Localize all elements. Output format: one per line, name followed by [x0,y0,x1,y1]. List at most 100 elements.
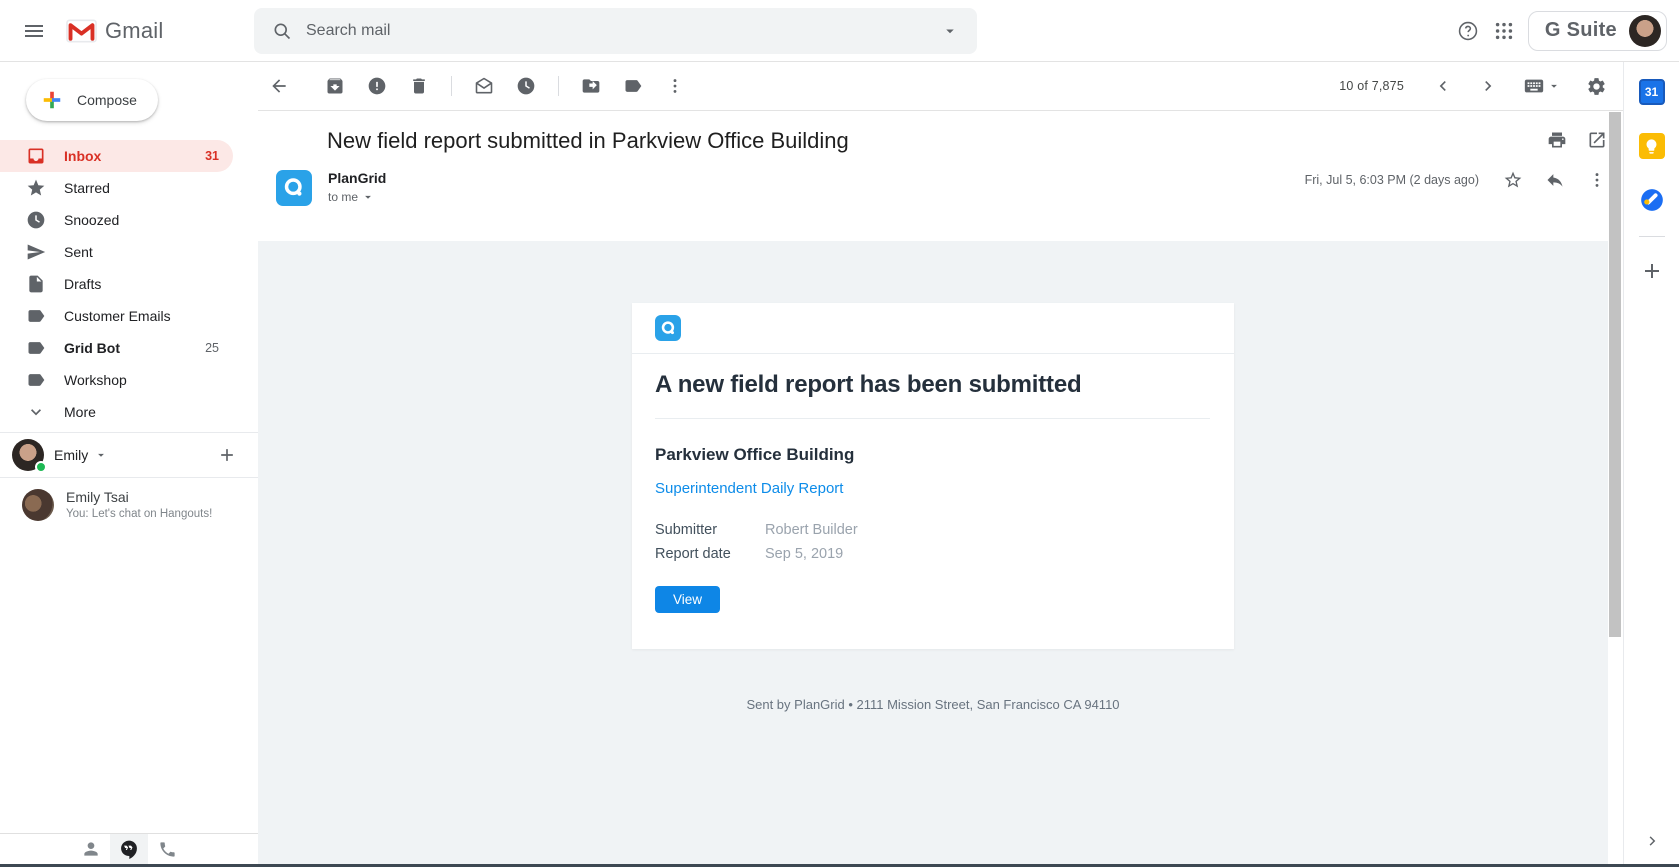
report-fields: Submitter Robert Builder Report date Sep… [655,518,1210,566]
plangrid-logo-icon [655,315,681,341]
right-side-panel: 31 [1623,62,1679,867]
topbar-actions: G Suite [1456,10,1679,51]
labels-icon[interactable] [623,76,643,96]
sender-name: PlanGrid [328,170,387,186]
report-spam-icon[interactable] [367,76,387,96]
profile-avatar[interactable] [12,439,47,473]
report-link[interactable]: Superintendent Daily Report [655,480,1210,497]
project-name: Parkview Office Building [655,445,855,464]
file-icon [26,274,46,294]
sidebar-item-grid-bot[interactable]: Grid Bot 25 [0,332,233,364]
sidebar-item-more[interactable]: More [0,396,233,428]
profile-caret-icon[interactable] [94,448,108,462]
sidebar-item-label: Drafts [64,276,102,292]
label-icon [26,306,46,326]
message-toolbar: 10 of 7,875 [258,62,1623,111]
unread-count-badge: 25 [205,341,219,355]
back-to-inbox-icon[interactable] [269,76,289,96]
email-footer-text: Sent by PlanGrid • 2111 Mission Street, … [746,697,1120,712]
folder-nav: Inbox 31 Starred Snoozed Sent Drafts Cus… [0,140,258,428]
calendar-icon[interactable]: 31 [1638,79,1665,105]
archive-icon[interactable] [325,76,345,96]
clock-icon [26,210,46,230]
field-row: Report date Sep 5, 2019 [655,542,1210,566]
compose-button[interactable]: Compose [26,79,158,121]
view-report-button[interactable]: View [655,586,721,613]
sidebar-item-customer-emails[interactable]: Customer Emails [0,300,233,332]
get-addons-icon[interactable] [1639,258,1665,284]
search-options-caret-icon[interactable] [941,22,959,40]
new-conversation-icon[interactable] [216,444,238,466]
sidebar-item-label: Inbox [64,148,102,164]
search-icon[interactable] [272,21,292,41]
newer-chevron-icon[interactable] [1433,76,1453,96]
hide-panel-chevron-icon[interactable] [1642,831,1662,851]
field-row: Submitter Robert Builder [655,518,1210,542]
snooze-icon[interactable] [516,76,536,96]
hangouts-conversation[interactable]: Emily Tsai You: Let's chat on Hangouts! [0,478,258,521]
delete-icon[interactable] [409,76,429,96]
main-menu-icon[interactable] [22,19,46,43]
sidebar-item-label: More [64,404,96,420]
help-icon[interactable] [1456,19,1480,43]
inbox-icon [26,146,46,166]
older-chevron-icon[interactable] [1478,76,1498,96]
settings-gear-icon[interactable] [1586,76,1607,97]
mark-unread-icon[interactable] [474,76,494,96]
print-icon[interactable] [1547,130,1567,150]
online-status-dot [35,461,47,473]
panel-divider [1638,236,1665,237]
sidebar-item-label: Grid Bot [64,340,120,356]
scrollbar-thumb[interactable] [1609,112,1621,637]
phone-tab[interactable] [148,834,186,864]
input-tools-button[interactable] [1523,75,1561,97]
hangouts-tab[interactable] [110,834,148,864]
hangouts-icon [119,839,139,859]
sidebar-item-workshop[interactable]: Workshop [0,364,233,396]
account-avatar[interactable] [1629,14,1661,47]
gmail-app-window: Gmail Search mail G Suite Compose Inbox … [0,0,1679,867]
sidebar-item-snoozed[interactable]: Snoozed [0,204,233,236]
sidebar-item-inbox[interactable]: Inbox 31 [0,140,233,172]
app-title: Gmail [105,17,164,43]
field-label: Report date [655,546,731,562]
top-bar: Gmail Search mail G Suite [0,0,1679,62]
search-input[interactable] [306,22,941,40]
profile-name[interactable]: Emily [54,447,88,463]
open-in-new-icon[interactable] [1587,130,1607,150]
sidebar-item-sent[interactable]: Sent [0,236,233,268]
caret-down-icon [1547,79,1561,93]
search-bar[interactable] [254,8,977,54]
sender-avatar[interactable] [276,170,312,206]
tasks-icon[interactable] [1639,187,1665,213]
hangouts-profile-row: Emily [0,432,258,478]
sidebar-item-label: Starred [64,180,110,196]
sidebar-item-label: Customer Emails [64,308,171,324]
keep-icon[interactable] [1638,133,1665,159]
person-icon [81,839,101,859]
sidebar-item-starred[interactable]: Starred [0,172,233,204]
star-outline-icon[interactable] [1503,170,1523,190]
sidebar-item-label: Sent [64,244,93,260]
contacts-tab[interactable] [72,834,110,864]
more-actions-icon[interactable] [665,76,685,96]
sidebar-footer-bar [0,833,258,864]
sidebar-item-label: Workshop [64,372,127,388]
card-divider [655,418,1210,419]
sidebar-item-drafts[interactable]: Drafts [0,268,233,300]
reply-icon[interactable] [1545,170,1565,190]
send-icon [26,242,46,262]
recipient-details-toggle[interactable]: to me [328,190,386,204]
star-icon [26,178,46,198]
unread-count-badge: 31 [205,149,219,163]
chevron-down-icon [26,402,46,422]
keyboard-icon [1523,75,1545,97]
message-preview: You: Let's chat on Hangouts! [66,508,213,520]
google-apps-grid-icon[interactable] [1492,19,1516,43]
message-more-icon[interactable] [1587,170,1607,190]
move-to-icon[interactable] [581,76,601,96]
compose-plus-icon [41,89,63,111]
scrollbar-track[interactable] [1608,111,1623,867]
gsuite-account-badge[interactable]: G Suite [1527,10,1667,51]
toolbar-divider [558,76,559,96]
